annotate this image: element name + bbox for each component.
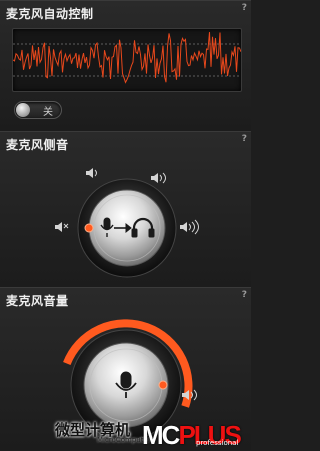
volume-indicator <box>158 380 168 390</box>
toggle-knob[interactable] <box>16 103 30 117</box>
speaker-high-icon <box>180 219 199 235</box>
sidetone-knob-area <box>55 168 199 278</box>
toggle-label: 关 <box>43 107 53 118</box>
auto-control-toggle[interactable]: 关 <box>14 101 62 119</box>
speaker-mute-icon <box>55 222 69 232</box>
panel-title: 麦克风自动控制 <box>6 7 94 21</box>
waveform-display <box>12 28 242 92</box>
mcplus-logo-sub: professional <box>196 439 239 447</box>
speaker-mid-icon <box>151 172 166 184</box>
auto-control-panel: 麦克风自动控制 ? 关 <box>0 0 251 131</box>
waveform-line <box>12 32 242 84</box>
sidetone-indicator <box>84 223 94 233</box>
help-icon[interactable]: ? <box>242 3 247 13</box>
speaker-low-icon <box>86 168 97 178</box>
sidetone-panel: 麦克风侧音 ? <box>0 131 251 287</box>
waveform-graph <box>12 32 242 84</box>
